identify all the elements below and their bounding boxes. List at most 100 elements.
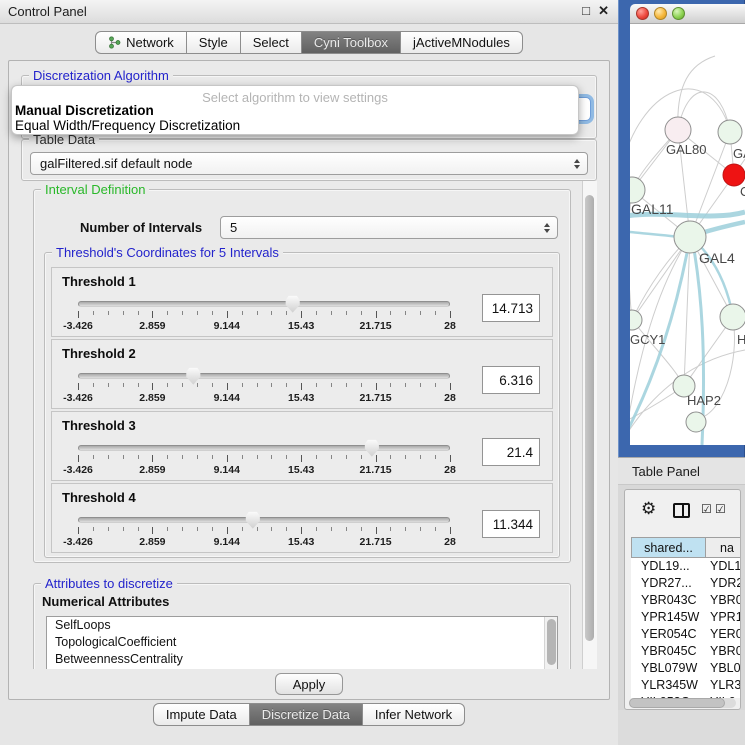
threshold-slider[interactable] xyxy=(78,301,450,308)
tick-mark xyxy=(212,527,213,531)
threshold-coordinates-group: Threshold's Coordinates for 5 Intervals … xyxy=(44,252,560,558)
table-cell: YDR27... xyxy=(631,575,706,592)
slider-track xyxy=(78,301,450,307)
threshold-value-field[interactable]: 6.316 xyxy=(482,366,540,394)
tick-mark xyxy=(450,455,451,462)
tick-mark xyxy=(435,455,436,459)
table-row[interactable]: YDR27...YDR2 xyxy=(631,575,741,592)
network-node[interactable] xyxy=(665,117,691,143)
tick-label: 2.859 xyxy=(139,392,165,404)
list-scrollbar-thumb[interactable] xyxy=(547,619,556,665)
tab-infer-network[interactable]: Infer Network xyxy=(363,703,465,726)
tick-mark xyxy=(450,527,451,534)
tick-label: 2.859 xyxy=(139,320,165,332)
tab-network[interactable]: Network xyxy=(95,31,187,54)
network-canvas[interactable]: GAL80GAGAL11CGAL4GCY1HHAP2 xyxy=(630,24,745,445)
close-traffic-light-icon[interactable] xyxy=(636,7,649,20)
float-window-icon[interactable]: □ xyxy=(582,3,590,18)
checkbox-icon[interactable]: ☑ xyxy=(701,503,712,515)
threshold-value-field[interactable]: 11.344 xyxy=(482,510,540,538)
list-item[interactable]: TopologicalCoefficient xyxy=(47,634,557,651)
tab-jactivemnodules[interactable]: jActiveMNodules xyxy=(401,31,523,54)
tick-mark xyxy=(108,455,109,459)
table-row[interactable]: YBL079WYBL0 xyxy=(631,660,741,677)
apply-button[interactable]: Apply xyxy=(275,673,343,695)
number-of-intervals-select[interactable]: 5 xyxy=(220,216,558,239)
checkbox-icon[interactable]: ☑ xyxy=(715,503,726,515)
combo-arrows-icon xyxy=(544,223,550,233)
minimize-traffic-light-icon[interactable] xyxy=(654,7,667,20)
tab-select[interactable]: Select xyxy=(241,31,302,54)
table-row[interactable]: YLR345WYLR3 xyxy=(631,677,741,694)
tick-mark xyxy=(331,455,332,459)
tick-mark xyxy=(108,383,109,387)
table-horizontal-scrollbar[interactable] xyxy=(629,698,736,708)
table-row[interactable]: YER054CYER0 xyxy=(631,626,741,643)
tick-mark xyxy=(405,383,406,387)
node-label: HAP2 xyxy=(687,393,721,408)
gear-icon[interactable]: ⚙ xyxy=(641,500,656,517)
network-node[interactable] xyxy=(723,164,745,186)
tab-style[interactable]: Style xyxy=(187,31,241,54)
panel-scrollbar-thumb[interactable] xyxy=(585,195,594,641)
dropdown-option-manual-discretization[interactable]: Manual Discretization xyxy=(15,103,154,118)
tick-mark xyxy=(138,311,139,315)
number-of-intervals-value: 5 xyxy=(230,220,237,235)
threshold-slider[interactable] xyxy=(78,517,450,524)
threshold-panel: Threshold 3-3.4262.8599.14415.4321.71528… xyxy=(51,411,553,481)
table-row[interactable]: YBR045CYBR0 xyxy=(631,643,741,660)
tick-label: 9.144 xyxy=(214,392,240,404)
tick-mark xyxy=(271,311,272,315)
tick-mark xyxy=(212,455,213,459)
table-row[interactable]: YBR043CYBR0 xyxy=(631,592,741,609)
threshold-panel: Threshold 2-3.4262.8599.14415.4321.71528… xyxy=(51,339,553,409)
network-node[interactable] xyxy=(718,120,742,144)
numerical-attributes-list: SelfLoopsTopologicalCoefficientBetweenne… xyxy=(47,617,557,668)
tick-mark xyxy=(227,311,228,318)
threshold-value-field[interactable]: 21.4 xyxy=(482,438,540,466)
group-label: Discretization Algorithm xyxy=(29,68,173,83)
column-header-na[interactable]: na xyxy=(706,537,741,558)
network-node[interactable] xyxy=(720,304,745,330)
network-node[interactable] xyxy=(686,412,706,432)
table-row[interactable]: YPR145WYPR1 xyxy=(631,609,741,626)
tick-mark xyxy=(301,455,302,462)
threshold-value-field[interactable]: 14.713 xyxy=(482,294,540,322)
slider-ticks: -3.4262.8599.14415.4321.71528 xyxy=(78,311,450,335)
zoom-traffic-light-icon[interactable] xyxy=(672,7,685,20)
tick-mark xyxy=(271,455,272,459)
tab-impute-data[interactable]: Impute Data xyxy=(153,703,250,726)
tick-mark xyxy=(227,383,228,390)
network-node[interactable] xyxy=(674,221,706,253)
tab-cyni-toolbox[interactable]: Cyni Toolbox xyxy=(302,31,401,54)
table-data-select[interactable]: galFiltered.sif default node xyxy=(30,152,588,175)
group-label: Attributes to discretize xyxy=(41,576,177,591)
tick-label: 9.144 xyxy=(214,320,240,332)
list-item[interactable]: BetweennessCentrality xyxy=(47,651,557,668)
group-label: Threshold's Coordinates for 5 Intervals xyxy=(52,245,283,260)
tab-label: Infer Network xyxy=(375,707,452,722)
list-scrollbar[interactable] xyxy=(544,617,557,669)
list-item[interactable]: SelfLoops xyxy=(47,617,557,634)
dropdown-option-equal-width-frequency[interactable]: Equal Width/Frequency Discretization xyxy=(15,118,240,133)
threshold-slider[interactable] xyxy=(78,373,450,380)
tick-mark xyxy=(405,311,406,315)
tick-label: 15.43 xyxy=(288,464,314,476)
close-window-icon[interactable]: ✕ xyxy=(598,3,609,19)
network-node[interactable] xyxy=(630,310,642,330)
tick-label: 2.859 xyxy=(139,464,165,476)
threshold-slider[interactable] xyxy=(78,445,450,452)
table-row[interactable]: YDL19...YDL1 xyxy=(631,558,741,575)
tick-mark xyxy=(182,311,183,315)
interval-definition-group: Interval Definition Number of Intervals … xyxy=(33,189,571,563)
tick-mark xyxy=(182,455,183,459)
tick-mark xyxy=(271,527,272,531)
threshold-label: Threshold 4 xyxy=(62,490,136,505)
columns-icon[interactable] xyxy=(673,503,690,518)
panel-scrollbar[interactable] xyxy=(582,181,597,669)
table-horizontal-scrollbar-thumb[interactable] xyxy=(629,698,725,708)
tab-discretize-data[interactable]: Discretize Data xyxy=(250,703,363,726)
column-header-shared[interactable]: shared... xyxy=(631,537,706,558)
tick-mark xyxy=(242,455,243,459)
tick-mark xyxy=(227,455,228,462)
